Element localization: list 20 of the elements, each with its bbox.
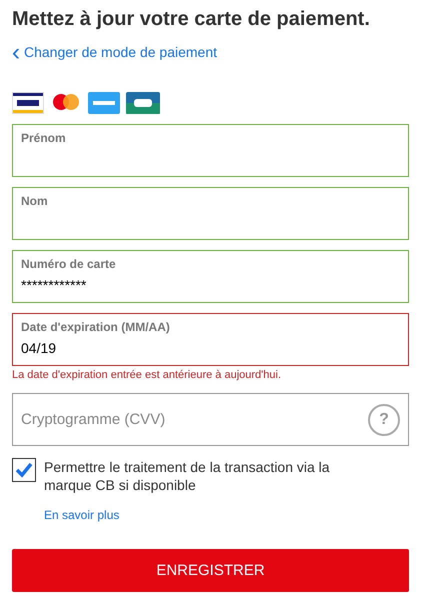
input-field[interactable]: ************ [21,274,400,296]
help-icon[interactable]: ? [368,404,400,436]
input-field[interactable]: 04/19 [21,338,400,358]
text-field[interactable]: Date d'expiration (MM/AA) 04/19 [12,312,409,366]
input-field[interactable]: Cryptogramme (CVV) [21,409,368,430]
save-button[interactable]: ENREGISTRER [12,549,409,592]
checkbox-label: Permettre le traitement de la transaction via la marque CB si disponible [44,458,331,494]
text-field[interactable]: Cryptogramme (CVV) ? [12,393,409,446]
field-label: Date d'expiration (MM/AA) [21,320,171,334]
text-field[interactable]: Prénom [12,124,409,176]
text-field[interactable]: Nom [12,186,409,240]
field-label: Numéro de carte [21,256,117,270]
text-field[interactable]: Numéro de carte ************ [12,250,409,302]
error-message: La date d'expiration entrée est antérieure à aujourd'hui. [12,368,282,382]
back-link[interactable]: ‹ Changer de mode de paiement [12,42,218,63]
learn-more-link[interactable]: En savoir plus [44,506,120,524]
field-label: Prénom [21,130,67,144]
field-label: Nom [21,194,49,208]
checkbox[interactable] [12,458,36,482]
page-title: Mettez à jour votre carte de paiement. [12,7,371,32]
